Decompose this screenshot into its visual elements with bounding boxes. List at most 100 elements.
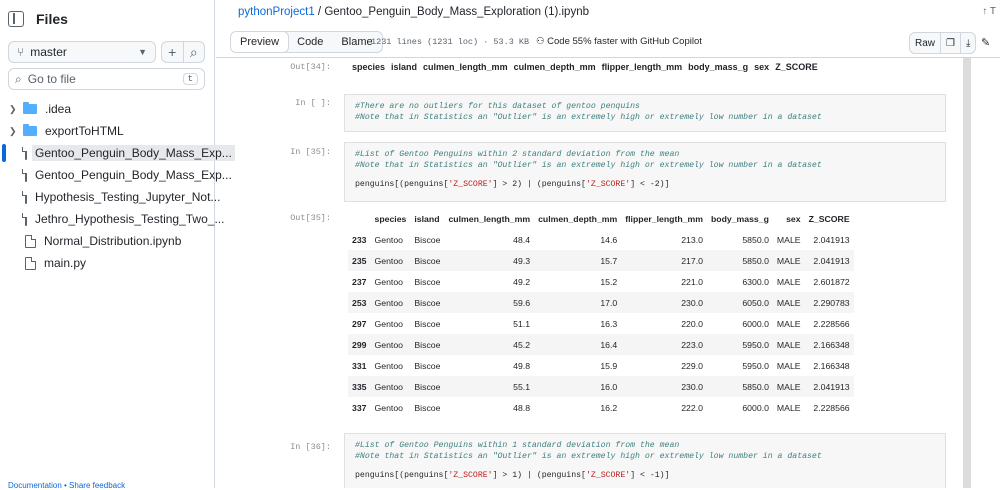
table-cell: 2.041913	[804, 376, 854, 397]
tree-item-hypothesis[interactable]: Hypothesis_Testing_Jupyter_Not...	[0, 186, 220, 208]
column-header: body_mass_g	[688, 62, 749, 72]
tree-item-idea[interactable]: ❯ .idea	[0, 98, 214, 120]
sidebar-footer-links[interactable]: Documentation • Share feedback	[8, 481, 125, 490]
branch-select[interactable]: ⑂ master ▼	[8, 41, 156, 63]
tree-item-exporttohtml[interactable]: ❯ exportToHTML	[0, 120, 214, 142]
tree-item-normal[interactable]: Normal_Distribution.ipynb	[0, 230, 214, 252]
tree-item-label: exportToHTML	[45, 124, 124, 138]
table-cell: 48.4	[513, 234, 531, 245]
table-cell: Biscoe	[414, 360, 441, 371]
copilot-promo[interactable]: ⚇ Code 55% faster with GitHub Copilot	[536, 36, 702, 47]
raw-button[interactable]: Raw	[910, 33, 940, 53]
row-index: 299	[348, 334, 371, 355]
table-cell: 59.6	[444, 292, 535, 313]
row-index: 233	[352, 234, 367, 245]
code-cell[interactable]: #There are no outliers for this dataset …	[344, 94, 946, 132]
code-comment: #Note that in Statistics an "Outlier" is…	[355, 113, 822, 122]
code-cell[interactable]: #List of Gentoo Penguins within 1 standa…	[344, 433, 946, 488]
notebook-scrollbar[interactable]	[963, 58, 971, 488]
shortcut-key: t	[182, 73, 198, 85]
tab-preview[interactable]: Preview	[230, 32, 290, 52]
table-row: 299 Gentoo Biscoe 45.2 16.4 223.0 5950.0 MALE 2.…	[348, 334, 854, 355]
in36-prompt: In [36]:	[290, 442, 331, 452]
file-icon	[25, 234, 36, 248]
column-header	[348, 208, 371, 229]
tree-item-label: .idea	[45, 102, 72, 116]
edit-pencil-icon[interactable]: ✎	[981, 36, 990, 49]
table-cell: MALE	[772, 292, 805, 313]
table-cell: 2.166348	[813, 360, 850, 371]
add-file-icon[interactable]: +	[162, 42, 183, 62]
table-row: 235 Gentoo Biscoe 49.3 15.7 217.0 5850.0 MALE 2.…	[348, 250, 854, 271]
table-cell: MALE	[776, 234, 801, 245]
in-blank-prompt: In [ ]:	[295, 98, 331, 108]
table-cell: Biscoe	[410, 250, 445, 271]
table-cell: 45.2	[444, 334, 535, 355]
collapse-sidebar-icon[interactable]	[8, 11, 24, 27]
table-cell: 223.0	[621, 334, 707, 355]
table-cell: Gentoo	[370, 334, 411, 355]
table-cell: 16.2	[600, 402, 618, 413]
download-icon[interactable]: ⤓	[959, 33, 975, 53]
table-cell: 55.1	[444, 376, 535, 397]
table-cell: 6000.0	[742, 318, 769, 329]
code-line: penguins[(penguins['Z_SCORE'] > 2) | (pe…	[355, 180, 670, 189]
table-cell: 213.0	[681, 234, 703, 245]
tree-item-jethro[interactable]: Jethro_Hypothesis_Testing_Two_...	[0, 208, 224, 230]
table-cell: 16.0	[534, 376, 622, 397]
row-index: 337	[352, 402, 367, 413]
code-cell[interactable]: #List of Gentoo Penguins within 2 standa…	[344, 142, 946, 202]
table-cell: 15.2	[600, 276, 618, 287]
file-icon	[22, 146, 27, 160]
file-tree-sidebar: Files ⑂ master ▼ + ⌕ ⌕ Go to file t ❯ .id…	[0, 0, 235, 490]
tree-item-main[interactable]: main.py	[0, 252, 214, 274]
table-cell: 5850.0	[706, 376, 773, 397]
copy-icon[interactable]: ❐	[940, 33, 960, 53]
table-cell: 2.041913	[804, 250, 854, 271]
column-header: culmen_depth_mm	[513, 62, 596, 72]
search-icon[interactable]: ⌕	[182, 42, 205, 62]
chevron-right-icon: ❯	[9, 125, 17, 136]
file-icon	[22, 190, 27, 204]
column-header: sex	[754, 62, 770, 72]
chevron-down-icon: ▼	[138, 47, 147, 57]
row-index: 335	[348, 376, 371, 397]
tree-item-gentoo-selected[interactable]: Gentoo_Penguin_Body_Mass_Exp...	[0, 142, 235, 164]
table-row: 331 Gentoo Biscoe 49.8 15.9 229.0 5950.0 MALE 2.…	[348, 355, 854, 376]
table-cell: MALE	[772, 250, 805, 271]
top-right-controls[interactable]: ↑ T	[982, 6, 996, 17]
table-cell: 5850.0	[742, 234, 769, 245]
table-cell: 220.0	[681, 318, 703, 329]
row-index: 237	[352, 276, 367, 287]
file-header: pythonProject1 / Gentoo_Penguin_Body_Mas…	[216, 0, 1000, 28]
table-cell: MALE	[776, 360, 801, 371]
go-to-file-placeholder: Go to file	[27, 72, 76, 86]
table-cell: MALE	[772, 376, 805, 397]
go-to-file-input[interactable]: ⌕ Go to file t	[8, 68, 205, 90]
table-cell: 230.0	[621, 292, 707, 313]
table-cell: 5950.0	[742, 360, 769, 371]
table-cell: 6050.0	[706, 292, 773, 313]
chevron-right-icon: ❯	[9, 103, 17, 114]
table-cell: Biscoe	[414, 402, 441, 413]
table-cell: 2.166348	[804, 334, 854, 355]
breadcrumb-repo-link[interactable]: pythonProject1	[238, 6, 315, 18]
table-cell: 2.228566	[813, 402, 850, 413]
tree-item-label: Hypothesis_Testing_Jupyter_Not...	[35, 190, 221, 204]
table-cell: 2.041913	[813, 234, 850, 245]
tab-code[interactable]: Code	[288, 32, 332, 52]
tree-item-gentoo[interactable]: Gentoo_Penguin_Body_Mass_Exp...	[0, 164, 232, 186]
table-cell: 2.601872	[813, 276, 850, 287]
table-row: 237 Gentoo Biscoe 49.2 15.2 221.0 6300.0 MALE 2.…	[348, 271, 854, 292]
table-cell: 221.0	[681, 276, 703, 287]
out35-dataframe: species island culmen_length_mm culmen_d…	[348, 208, 854, 418]
table-cell: 17.0	[534, 292, 622, 313]
table-cell: Gentoo	[374, 360, 404, 371]
copilot-text: Code 55% faster with GitHub Copilot	[547, 36, 702, 47]
table-header-row: species island culmen_length_mm culmen_d…	[348, 208, 854, 229]
table-cell: 49.3	[444, 250, 535, 271]
file-info: 1231 lines (1231 loc) · 53.3 KB	[371, 37, 530, 47]
column-header: sex	[786, 213, 801, 224]
view-tabs: Preview Code Blame	[230, 31, 383, 53]
column-header: body_mass_g	[710, 213, 769, 224]
